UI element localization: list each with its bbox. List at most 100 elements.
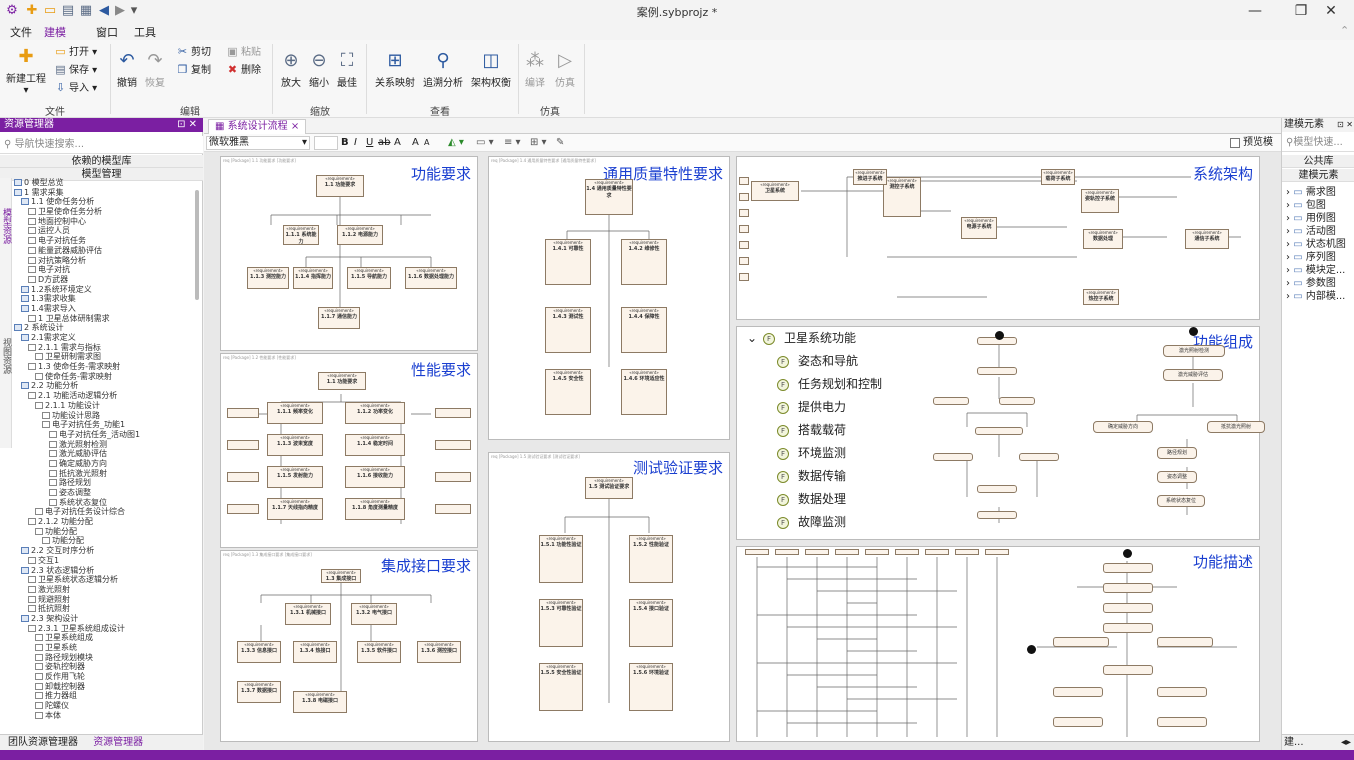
- tree-node[interactable]: 卸载控制器: [14, 682, 194, 692]
- trace-analysis-button[interactable]: ⚲ 追溯分析: [420, 50, 466, 89]
- tree-node[interactable]: 功能分配: [14, 536, 194, 546]
- fit-button[interactable]: ⛶ 最佳: [334, 50, 360, 89]
- doc-tab-system-design[interactable]: ▦ 系统设计流程 ×: [208, 119, 307, 134]
- tree-node[interactable]: 交互1: [14, 556, 194, 566]
- element-list-item[interactable]: › ▭ 用例图: [1286, 212, 1336, 225]
- scroll-arrows-icon[interactable]: ◂▸: [1341, 735, 1351, 751]
- activity-node[interactable]: [1053, 687, 1103, 697]
- tree-node[interactable]: 1.3 使命任务-需求映射: [14, 362, 194, 372]
- tree-node[interactable]: 使命任务-需求映射: [14, 372, 194, 382]
- tree-node[interactable]: 运控人员: [14, 226, 194, 236]
- tree-node[interactable]: 卫星使命任务分析: [14, 207, 194, 217]
- requirement-box[interactable]: «requirement» 1.3.1 机械接口: [285, 603, 331, 625]
- relation-map-button[interactable]: ⊞ 关系映射: [372, 50, 418, 89]
- requirement-box[interactable]: «requirement» 1.3.3 信息接口: [237, 641, 281, 663]
- menu-window[interactable]: 窗口: [96, 24, 118, 40]
- tree-node[interactable]: 卫星系统状态逻辑分析: [14, 575, 194, 585]
- tree-node[interactable]: 姿态调整: [14, 488, 194, 498]
- requirement-box[interactable]: «requirement» 1.5.5 安全性验证: [539, 663, 583, 711]
- tree-node[interactable]: 激光照射: [14, 585, 194, 595]
- zoom-out-button[interactable]: ⊖ 缩小: [306, 50, 332, 89]
- preview-checkbox[interactable]: [1230, 138, 1240, 148]
- tab-resource-explorer[interactable]: 资源管理器: [93, 737, 143, 748]
- requirement-box[interactable]: «requirement» 热控子系统: [1083, 289, 1119, 305]
- tree-node[interactable]: 电子对抗任务: [14, 236, 194, 246]
- side-requirement-box[interactable]: [435, 408, 471, 418]
- port-box[interactable]: [739, 273, 749, 281]
- element-list-item[interactable]: › ▭ 模块定...: [1286, 264, 1345, 277]
- requirement-box[interactable]: «requirement» 1.1 功能要求: [318, 372, 366, 390]
- requirement-box[interactable]: «requirement» 1.1.1 系统能力: [283, 225, 319, 245]
- requirement-box[interactable]: «requirement» 1.3 集成接口: [321, 569, 361, 583]
- tree-node[interactable]: 卫星系统组成: [14, 633, 194, 643]
- tree-node[interactable]: 功能设计思路: [14, 411, 194, 421]
- tree-node[interactable]: 2.1.2 功能分配: [14, 517, 194, 527]
- tree-node[interactable]: 路径规划: [14, 478, 194, 488]
- requirement-box[interactable]: «requirement» 1.4.6 环境适应性: [621, 369, 667, 415]
- lifeline-head[interactable]: [745, 549, 769, 555]
- lifeline-head[interactable]: [775, 549, 799, 555]
- requirement-box[interactable]: «requirement» 1.4.4 保障性: [621, 307, 667, 353]
- right-bottom-tab[interactable]: 建...: [1284, 737, 1304, 748]
- side-requirement-box[interactable]: [435, 504, 471, 514]
- side-requirement-box[interactable]: [435, 472, 471, 482]
- requirement-box[interactable]: «requirement» 测控子系统: [883, 177, 921, 217]
- frame-interface-requirements[interactable]: req [Package] 1.3 集成接口要求 [集成接口要求] 集成接口要求…: [220, 550, 478, 742]
- activity-node[interactable]: [975, 427, 1023, 435]
- requirement-box[interactable]: «requirement» 1.1.5 发射能力: [267, 466, 323, 488]
- requirement-box[interactable]: «requirement» 1.5.2 性能验证: [629, 535, 673, 583]
- lifeline-head[interactable]: [835, 549, 859, 555]
- open-button[interactable]: ▭ 打开 ▾: [54, 45, 97, 61]
- zoom-in-button[interactable]: ⊕ 放大: [278, 50, 304, 89]
- activity-node[interactable]: [977, 511, 1017, 519]
- function-tree-item[interactable]: F 提供电力: [777, 396, 846, 419]
- font-size-select[interactable]: [314, 136, 338, 150]
- tree-node[interactable]: 2.3 状态逻辑分析: [14, 566, 194, 576]
- lifeline-head[interactable]: [865, 549, 889, 555]
- tree-node[interactable]: 卫星研制需求图: [14, 352, 194, 362]
- expand-chevron-icon[interactable]: ⌄: [747, 331, 757, 345]
- tree-node[interactable]: 卫星系统: [14, 643, 194, 653]
- font-color-button[interactable]: A: [394, 134, 401, 152]
- paste-button[interactable]: ▣ 粘贴: [226, 45, 261, 61]
- panel-pin-icon[interactable]: ⊡ ✕: [1337, 118, 1353, 132]
- vtab-view-resources[interactable]: 视图资源: [1, 338, 11, 374]
- lifeline-head[interactable]: [955, 549, 979, 555]
- activity-action[interactable]: 抵抗激光照射: [1207, 421, 1265, 433]
- activity-action[interactable]: 激光照射检测: [1163, 345, 1225, 357]
- menu-tools[interactable]: 工具: [134, 24, 156, 40]
- activity-action[interactable]: 路径规划: [1157, 447, 1197, 459]
- requirement-box[interactable]: «requirement» 推进子系统: [853, 169, 887, 185]
- requirement-box[interactable]: «requirement» 1.1.8 角度测量精度: [345, 498, 405, 520]
- activity-node[interactable]: [999, 397, 1035, 405]
- port-box[interactable]: [739, 241, 749, 249]
- tree-node[interactable]: 地面控制中心: [14, 217, 194, 227]
- frame-performance-requirements[interactable]: req [Package] 1.2 性能要求 [性能要求] 性能要求 «requ…: [220, 353, 478, 548]
- italic-button[interactable]: I: [354, 134, 357, 152]
- tab-team-explorer[interactable]: 团队资源管理器: [8, 737, 78, 748]
- activity-action[interactable]: 系统状态复位: [1157, 495, 1205, 507]
- cut-button[interactable]: ✂ 剪切: [176, 45, 211, 61]
- lifeline-head[interactable]: [805, 549, 829, 555]
- requirement-box[interactable]: «requirement» 1.1.2 功率变化: [345, 402, 405, 424]
- vtab-model-resources[interactable]: 模型资源: [1, 208, 11, 244]
- tree-node[interactable]: 1.4需求导入: [14, 304, 194, 314]
- requirement-box[interactable]: «requirement» 1.1.3 波束宽度: [267, 434, 323, 456]
- lifeline-head[interactable]: [925, 549, 949, 555]
- minimize-button[interactable]: —: [1232, 0, 1278, 22]
- requirement-box[interactable]: «requirement» 1.1.7 天线指向精度: [267, 498, 323, 520]
- side-requirement-box[interactable]: [227, 504, 259, 514]
- requirement-box[interactable]: «requirement» 1.5 测试验证要求: [585, 477, 633, 499]
- font-grow-button[interactable]: A: [412, 134, 419, 152]
- tree-node[interactable]: 2.1.1 需求与指标: [14, 343, 194, 353]
- strikethrough-button[interactable]: ab: [378, 134, 390, 152]
- requirement-box[interactable]: «requirement» 1.1.1 频率变化: [267, 402, 323, 424]
- activity-node[interactable]: [1103, 583, 1153, 593]
- modeling-elements-header[interactable]: 建模元素: [1282, 169, 1354, 182]
- element-list-item[interactable]: › ▭ 序列图: [1286, 251, 1336, 264]
- activity-node[interactable]: [933, 397, 969, 405]
- tree-node[interactable]: 电子对抗任务设计综合: [14, 507, 194, 517]
- tree-node[interactable]: 激光照射检测: [14, 440, 194, 450]
- activity-node[interactable]: [1157, 687, 1207, 697]
- port-box[interactable]: [739, 193, 749, 201]
